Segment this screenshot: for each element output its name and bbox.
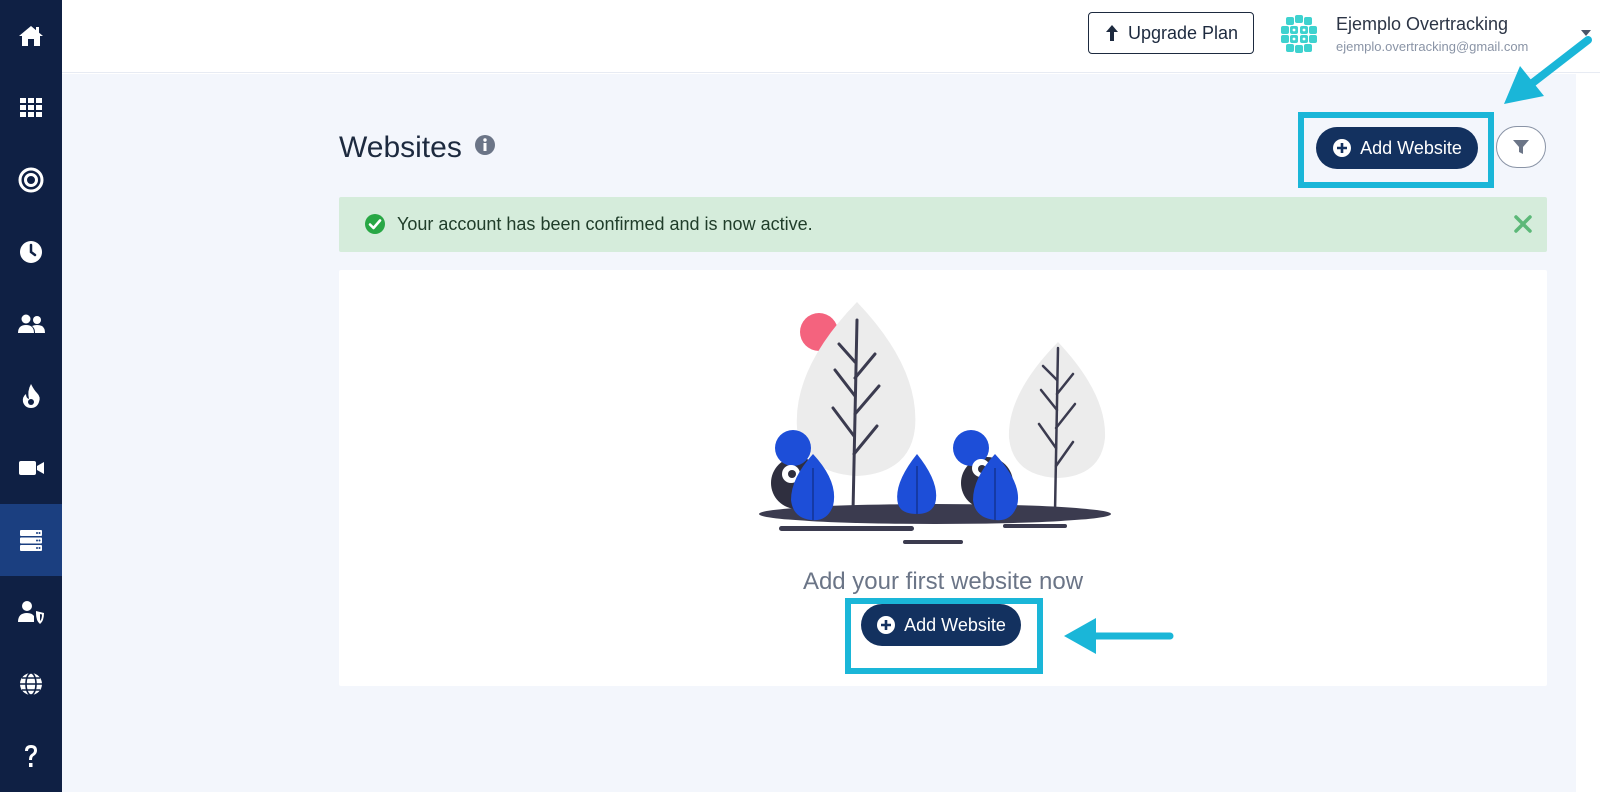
sidebar-item-history[interactable] bbox=[0, 216, 62, 288]
user-email: ejemplo.overtracking@gmail.com bbox=[1336, 39, 1529, 54]
question-icon bbox=[25, 745, 37, 767]
success-alert: Your account has been confirmed and is n… bbox=[339, 197, 1547, 252]
user-name: Ejemplo Overtracking bbox=[1336, 14, 1509, 34]
sidebar-item-home[interactable] bbox=[0, 0, 62, 72]
clock-icon bbox=[20, 241, 42, 263]
sidebar-item-users[interactable] bbox=[0, 288, 62, 360]
avatar[interactable] bbox=[1278, 13, 1320, 55]
target-icon bbox=[18, 167, 44, 193]
info-icon[interactable] bbox=[474, 134, 496, 156]
arrow-up-icon bbox=[1105, 25, 1118, 41]
add-first-website-label: Add Website bbox=[904, 614, 1006, 635]
sidebar-item-help[interactable] bbox=[0, 720, 62, 792]
add-website-button[interactable]: Add Website bbox=[1316, 127, 1478, 169]
upgrade-plan-label: Upgrade Plan bbox=[1127, 22, 1239, 43]
globe-icon bbox=[20, 672, 42, 696]
add-first-website-button[interactable]: Add Website bbox=[861, 604, 1021, 646]
fire-icon bbox=[22, 384, 40, 408]
sidebar-item-goals[interactable] bbox=[0, 144, 62, 216]
grid-icon bbox=[20, 98, 42, 117]
close-icon[interactable] bbox=[1513, 214, 1533, 234]
sidebar-item-dashboard[interactable] bbox=[0, 72, 62, 144]
sidebar-item-global[interactable] bbox=[0, 648, 62, 720]
plus-circle-icon bbox=[877, 616, 896, 634]
users-icon bbox=[18, 314, 45, 333]
trees-illustration bbox=[759, 302, 1111, 544]
filter-icon bbox=[1513, 140, 1529, 154]
empty-state-card: Add your first website now Add Website bbox=[339, 270, 1547, 686]
video-camera-icon bbox=[19, 461, 44, 475]
server-icon bbox=[20, 530, 42, 551]
empty-state-message: Add your first website now bbox=[802, 568, 1084, 595]
sidebar bbox=[0, 0, 62, 792]
add-website-label: Add Website bbox=[1360, 137, 1462, 158]
sidebar-item-team[interactable] bbox=[0, 576, 62, 648]
page-title: Websites bbox=[339, 131, 462, 164]
filter-button[interactable] bbox=[1496, 126, 1546, 168]
sidebar-item-heatmaps[interactable] bbox=[0, 360, 62, 432]
user-shield-icon bbox=[18, 601, 44, 624]
check-circle-icon bbox=[365, 214, 385, 234]
main-content: Websites Add Website Your account has be… bbox=[62, 74, 1576, 792]
upgrade-plan-button[interactable]: Upgrade Plan bbox=[1088, 12, 1254, 54]
topbar: Upgrade Plan Ejemplo Overtracking ejempl… bbox=[62, 0, 1600, 73]
sidebar-item-recordings[interactable] bbox=[0, 432, 62, 504]
alert-message: Your account has been confirmed and is n… bbox=[397, 214, 813, 234]
plus-circle-icon bbox=[1333, 139, 1352, 157]
home-icon bbox=[19, 26, 43, 46]
sidebar-item-websites[interactable] bbox=[0, 504, 62, 576]
chevron-down-icon[interactable] bbox=[1578, 27, 1594, 39]
